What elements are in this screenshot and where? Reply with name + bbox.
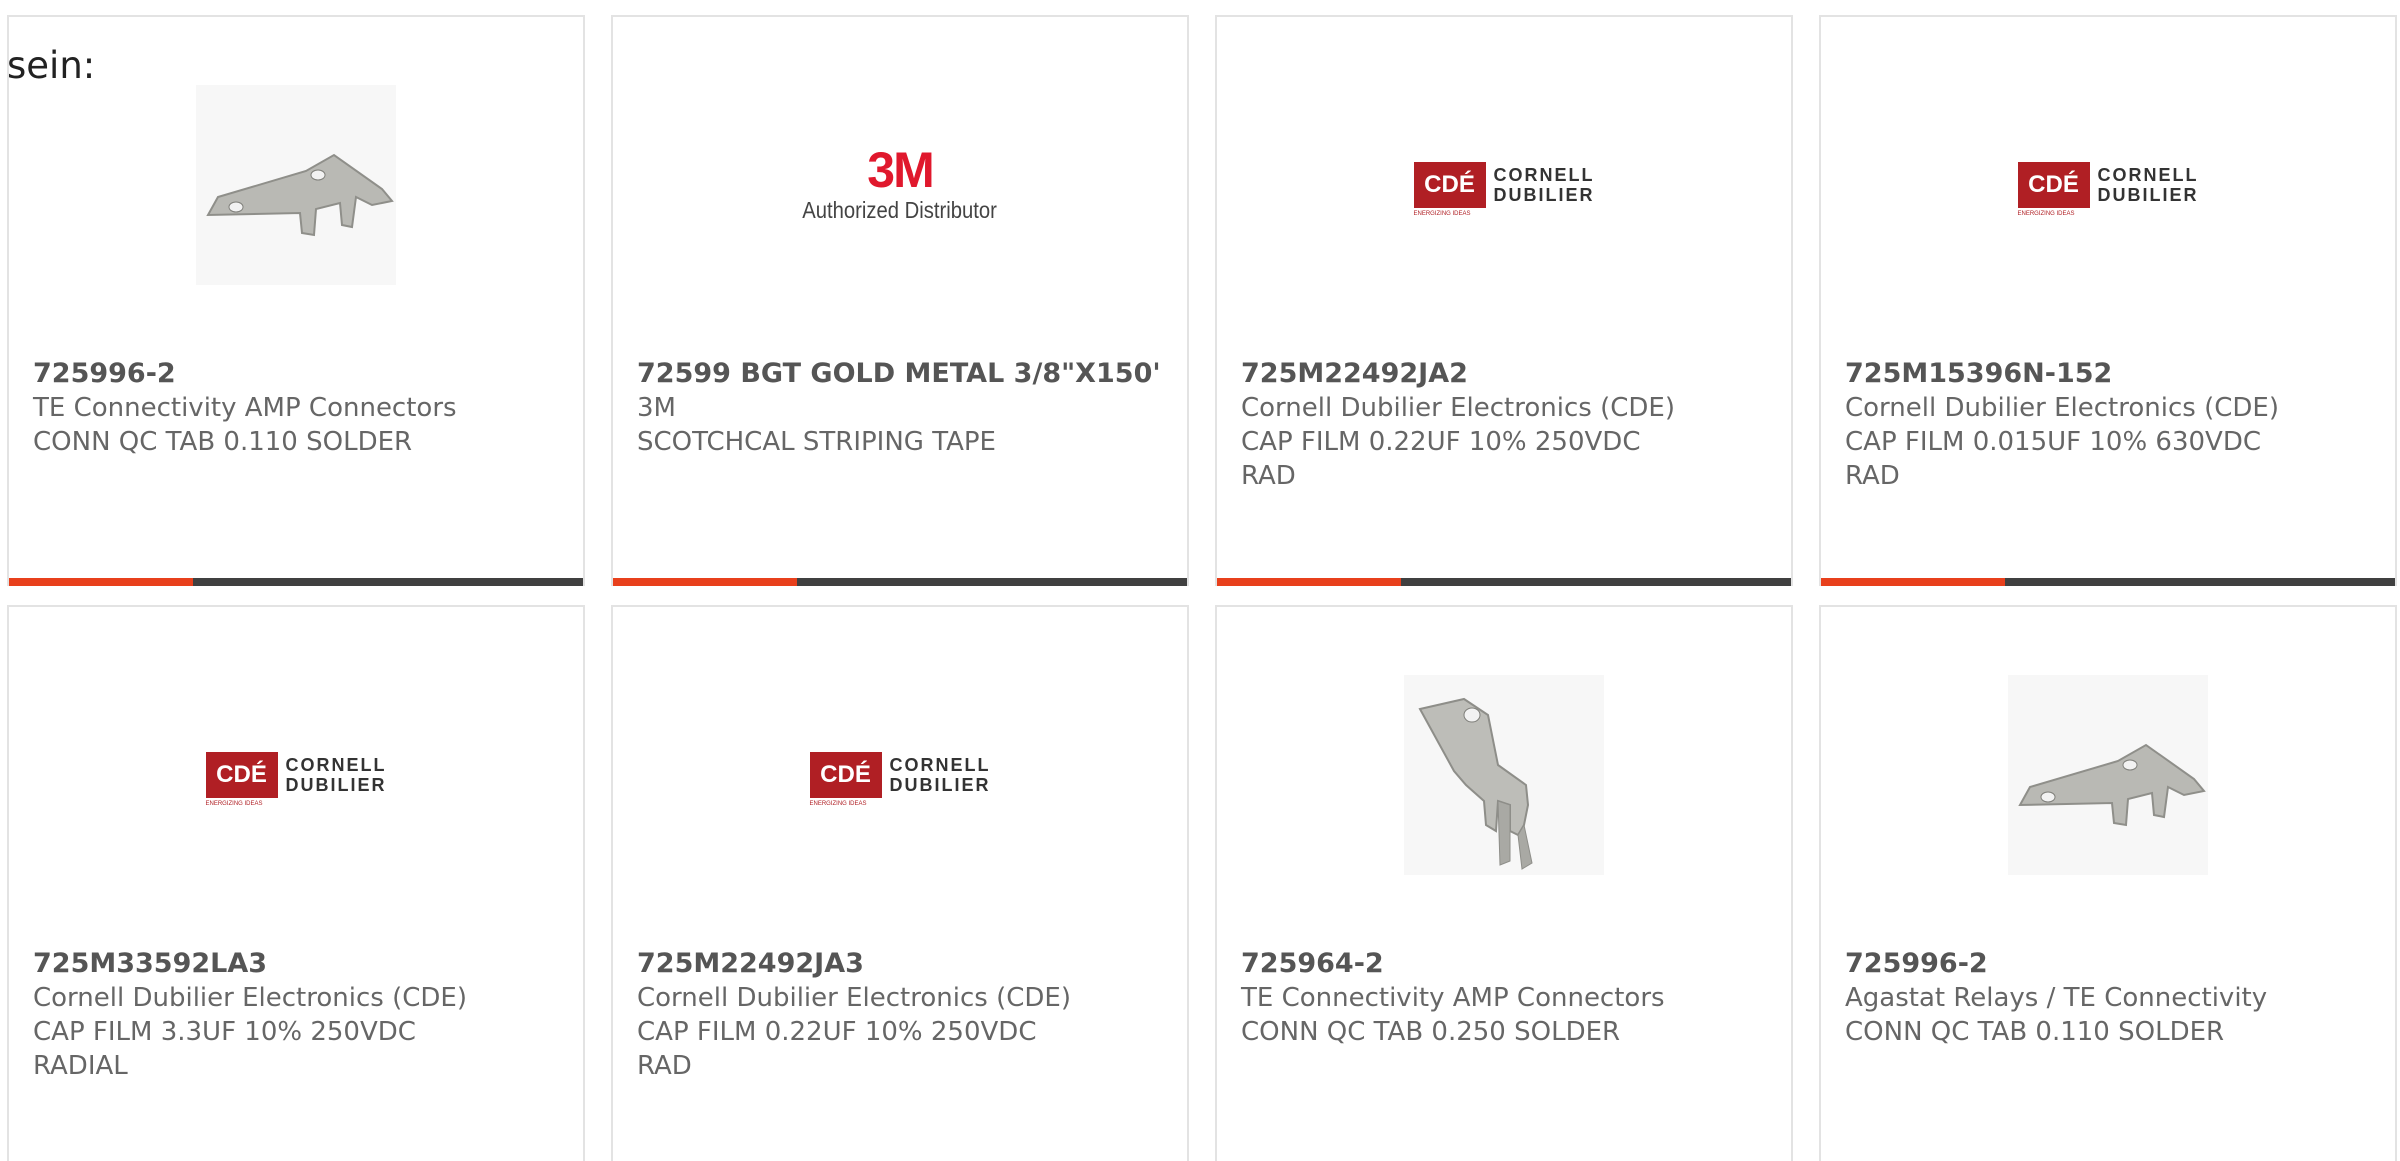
- manufacturer: Cornell Dubilier Electronics (CDE): [1241, 393, 1675, 423]
- card-bottom-bar: [1217, 578, 1791, 586]
- manufacturer: TE Connectivity AMP Connectors: [1241, 983, 1665, 1013]
- manufacturer: Cornell Dubilier Electronics (CDE): [1845, 393, 2279, 423]
- cde-logo: CDÉ ENERGIZING IDEAS CORNELL DUBILIER: [1404, 85, 1604, 285]
- product-info: 725M22492JA2 Cornell Dubilier Electronic…: [1241, 357, 1771, 493]
- product-card[interactable]: CDÉ ENERGIZING IDEAS CORNELL DUBILIER 725M…: [611, 605, 1189, 1161]
- card-accent-bar: [1217, 578, 1401, 586]
- product-info: 725M15396N-152 Cornell Dubilier Electron…: [1845, 357, 2375, 493]
- product-description: CAP FILM 0.015UF 10% 630VDC RAD: [1845, 427, 2262, 491]
- product-info: 725996-2 TE Connectivity AMP Connectors …: [33, 357, 563, 459]
- cde-logo: CDÉ ENERGIZING IDEAS CORNELL DUBILIER: [196, 675, 396, 875]
- manufacturer: 3M: [637, 393, 676, 423]
- product-description: CONN QC TAB 0.110 SOLDER: [33, 427, 413, 457]
- product-card[interactable]: CDÉ ENERGIZING IDEAS CORNELL DUBILIER 725M…: [7, 605, 585, 1161]
- 3m-logo: 3M Authorized Distributor: [800, 85, 1000, 285]
- qc-tab-right-angle-image: [2008, 675, 2208, 875]
- card-accent-bar: [1821, 578, 2005, 586]
- manufacturer: Cornell Dubilier Electronics (CDE): [33, 983, 467, 1013]
- product-card[interactable]: 725996-2 TE Connectivity AMP Connectors …: [7, 15, 585, 586]
- product-description: CONN QC TAB 0.250 SOLDER: [1241, 1017, 1621, 1047]
- product-grid-page: sein: 725996-2 TE Connectivity AMP Conne…: [0, 0, 2400, 1161]
- cde-logo: CDÉ ENERGIZING IDEAS CORNELL DUBILIER: [2008, 85, 2208, 285]
- manufacturer: Agastat Relays / TE Connectivity: [1845, 983, 2268, 1013]
- product-description: SCOTCHCAL STRIPING TAPE: [637, 427, 996, 457]
- card-accent-bar: [9, 578, 193, 586]
- card-bottom-bar: [613, 578, 1187, 586]
- product-info: 725M22492JA3 Cornell Dubilier Electronic…: [637, 947, 1167, 1083]
- part-number[interactable]: 725M22492JA3: [637, 947, 1167, 981]
- part-number[interactable]: 725M15396N-152: [1845, 357, 2375, 391]
- product-info: 725M33592LA3 Cornell Dubilier Electronic…: [33, 947, 563, 1083]
- product-description: CONN QC TAB 0.110 SOLDER: [1845, 1017, 2225, 1047]
- card-bottom-bar: [1821, 578, 2395, 586]
- part-number[interactable]: 72599 BGT GOLD METAL 3/8"X150': [637, 357, 1167, 391]
- part-number[interactable]: 725996-2: [1845, 947, 2375, 981]
- product-info: 72599 BGT GOLD METAL 3/8"X150' 3M SCOTCH…: [637, 357, 1167, 459]
- part-number[interactable]: 725996-2: [33, 357, 563, 391]
- part-number[interactable]: 725964-2: [1241, 947, 1771, 981]
- manufacturer: Cornell Dubilier Electronics (CDE): [637, 983, 1071, 1013]
- product-card[interactable]: 725996-2 Agastat Relays / TE Connectivit…: [1819, 605, 2397, 1161]
- product-card[interactable]: 725964-2 TE Connectivity AMP Connectors …: [1215, 605, 1793, 1161]
- product-description: CAP FILM 3.3UF 10% 250VDC RADIAL: [33, 1017, 416, 1081]
- product-card[interactable]: 3M Authorized Distributor 72599 BGT GOLD…: [611, 15, 1189, 586]
- qc-tab-straight-image: [1404, 675, 1604, 875]
- intro-text: sein:: [7, 44, 96, 87]
- card-bottom-bar: [9, 578, 583, 586]
- 3m-logo-subtitle: Authorized Distributor: [802, 196, 998, 223]
- part-number[interactable]: 725M33592LA3: [33, 947, 563, 981]
- product-info: 725996-2 Agastat Relays / TE Connectivit…: [1845, 947, 2375, 1049]
- product-card[interactable]: CDÉ ENERGIZING IDEAS CORNELL DUBILIER 725M…: [1215, 15, 1793, 586]
- product-description: CAP FILM 0.22UF 10% 250VDC RAD: [1241, 427, 1641, 491]
- 3m-logo-mark: 3M: [867, 141, 934, 198]
- product-info: 725964-2 TE Connectivity AMP Connectors …: [1241, 947, 1771, 1049]
- product-card[interactable]: CDÉ ENERGIZING IDEAS CORNELL DUBILIER 725M…: [1819, 15, 2397, 586]
- product-description: CAP FILM 0.22UF 10% 250VDC RAD: [637, 1017, 1037, 1081]
- manufacturer: TE Connectivity AMP Connectors: [33, 393, 457, 423]
- part-number[interactable]: 725M22492JA2: [1241, 357, 1771, 391]
- qc-tab-right-angle-image: [196, 85, 396, 285]
- card-accent-bar: [613, 578, 797, 586]
- cde-logo: CDÉ ENERGIZING IDEAS CORNELL DUBILIER: [800, 675, 1000, 875]
